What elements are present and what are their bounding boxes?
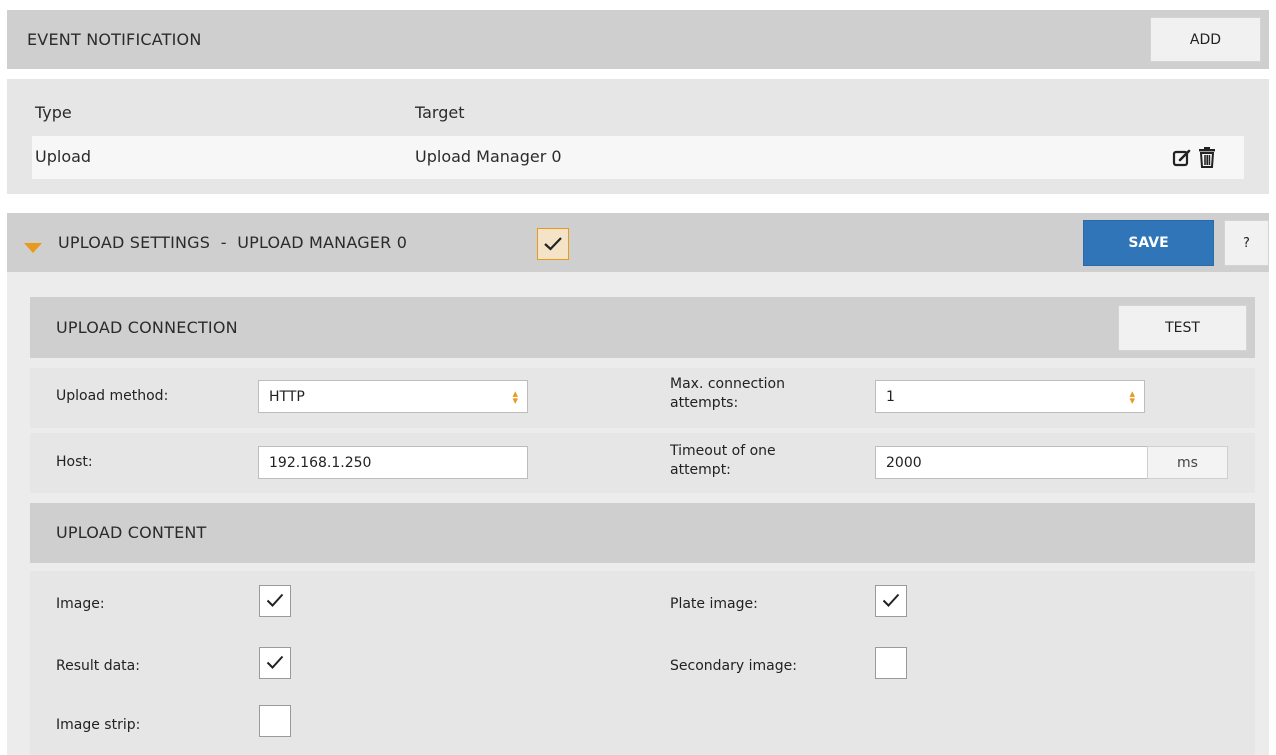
timeout-label: Timeout of one attempt: [670, 442, 776, 480]
max-attempts-label-line1: Max. connection [670, 376, 785, 392]
result-data-checkbox[interactable] [259, 647, 291, 679]
select-arrows-icon: ▴ ▾ [512, 386, 518, 407]
upload-settings-header[interactable]: UPLOAD SETTINGS - UPLOAD MANAGER 0 SAVE … [7, 213, 1269, 272]
event-notification-header: EVENT NOTIFICATION ADD [7, 10, 1269, 69]
checkmark-icon [266, 593, 284, 607]
upload-content-header: UPLOAD CONTENT [30, 503, 1255, 563]
max-attempts-value: 1 [886, 388, 895, 405]
column-header-target: Target [415, 103, 465, 122]
row-type: Upload [35, 147, 92, 166]
host-value: 192.168.1.250 [269, 454, 372, 471]
edit-icon[interactable] [1172, 148, 1192, 168]
save-button[interactable]: SAVE [1083, 220, 1214, 266]
timeout-input[interactable]: 2000 [875, 446, 1148, 479]
host-row: Host: 192.168.1.250 Timeout of one attem… [30, 433, 1255, 493]
checkmark-icon [544, 237, 562, 251]
result-data-label: Result data: [56, 658, 140, 674]
secondary-image-checkbox[interactable] [875, 647, 907, 679]
host-label: Host: [56, 454, 93, 470]
plate-image-checkbox[interactable] [875, 585, 907, 617]
select-arrows-icon: ▴ ▾ [1129, 386, 1135, 407]
add-button[interactable]: ADD [1150, 17, 1261, 62]
image-strip-checkbox[interactable] [259, 705, 291, 737]
checkmark-icon [882, 593, 900, 607]
help-button[interactable]: ? [1224, 220, 1269, 266]
timeout-label-line2: attempt: [670, 462, 731, 478]
timeout-value: 2000 [886, 454, 922, 471]
image-label: Image: [56, 596, 105, 612]
upload-settings-title: UPLOAD SETTINGS - UPLOAD MANAGER 0 [58, 233, 408, 252]
upload-content-panel: Image: Plate image: Result data: Seconda… [30, 571, 1255, 755]
upload-connection-header: UPLOAD CONNECTION TEST [30, 297, 1255, 358]
upload-content-title: UPLOAD CONTENT [56, 523, 207, 542]
event-notification-title: EVENT NOTIFICATION [27, 30, 202, 49]
test-button[interactable]: TEST [1118, 305, 1247, 351]
event-notification-table: Type Target Upload Upload Manager 0 [7, 79, 1269, 194]
max-attempts-select[interactable]: 1 ▴ ▾ [875, 380, 1145, 413]
chevron-down-icon[interactable] [24, 238, 42, 257]
row-target: Upload Manager 0 [415, 147, 562, 166]
upload-settings-enabled-checkbox[interactable] [537, 228, 569, 260]
column-header-type: Type [35, 103, 72, 122]
upload-method-select[interactable]: HTTP ▴ ▾ [258, 380, 528, 413]
timeout-unit: ms [1147, 446, 1228, 479]
max-attempts-label: Max. connection attempts: [670, 375, 785, 413]
max-attempts-label-line2: attempts: [670, 395, 739, 411]
secondary-image-label: Secondary image: [670, 658, 797, 674]
upload-connection-title: UPLOAD CONNECTION [56, 318, 238, 337]
trash-icon[interactable] [1197, 146, 1217, 168]
upload-method-value: HTTP [269, 388, 305, 405]
checkmark-icon [266, 655, 284, 669]
image-strip-label: Image strip: [56, 717, 141, 733]
upload-method-row: Upload method: HTTP ▴ ▾ Max. connection a… [30, 368, 1255, 428]
host-input[interactable]: 192.168.1.250 [258, 446, 528, 479]
image-checkbox[interactable] [259, 585, 291, 617]
plate-image-label: Plate image: [670, 596, 758, 612]
timeout-label-line1: Timeout of one [670, 443, 776, 459]
upload-method-label: Upload method: [56, 388, 169, 404]
table-row[interactable]: Upload Upload Manager 0 [32, 136, 1244, 179]
